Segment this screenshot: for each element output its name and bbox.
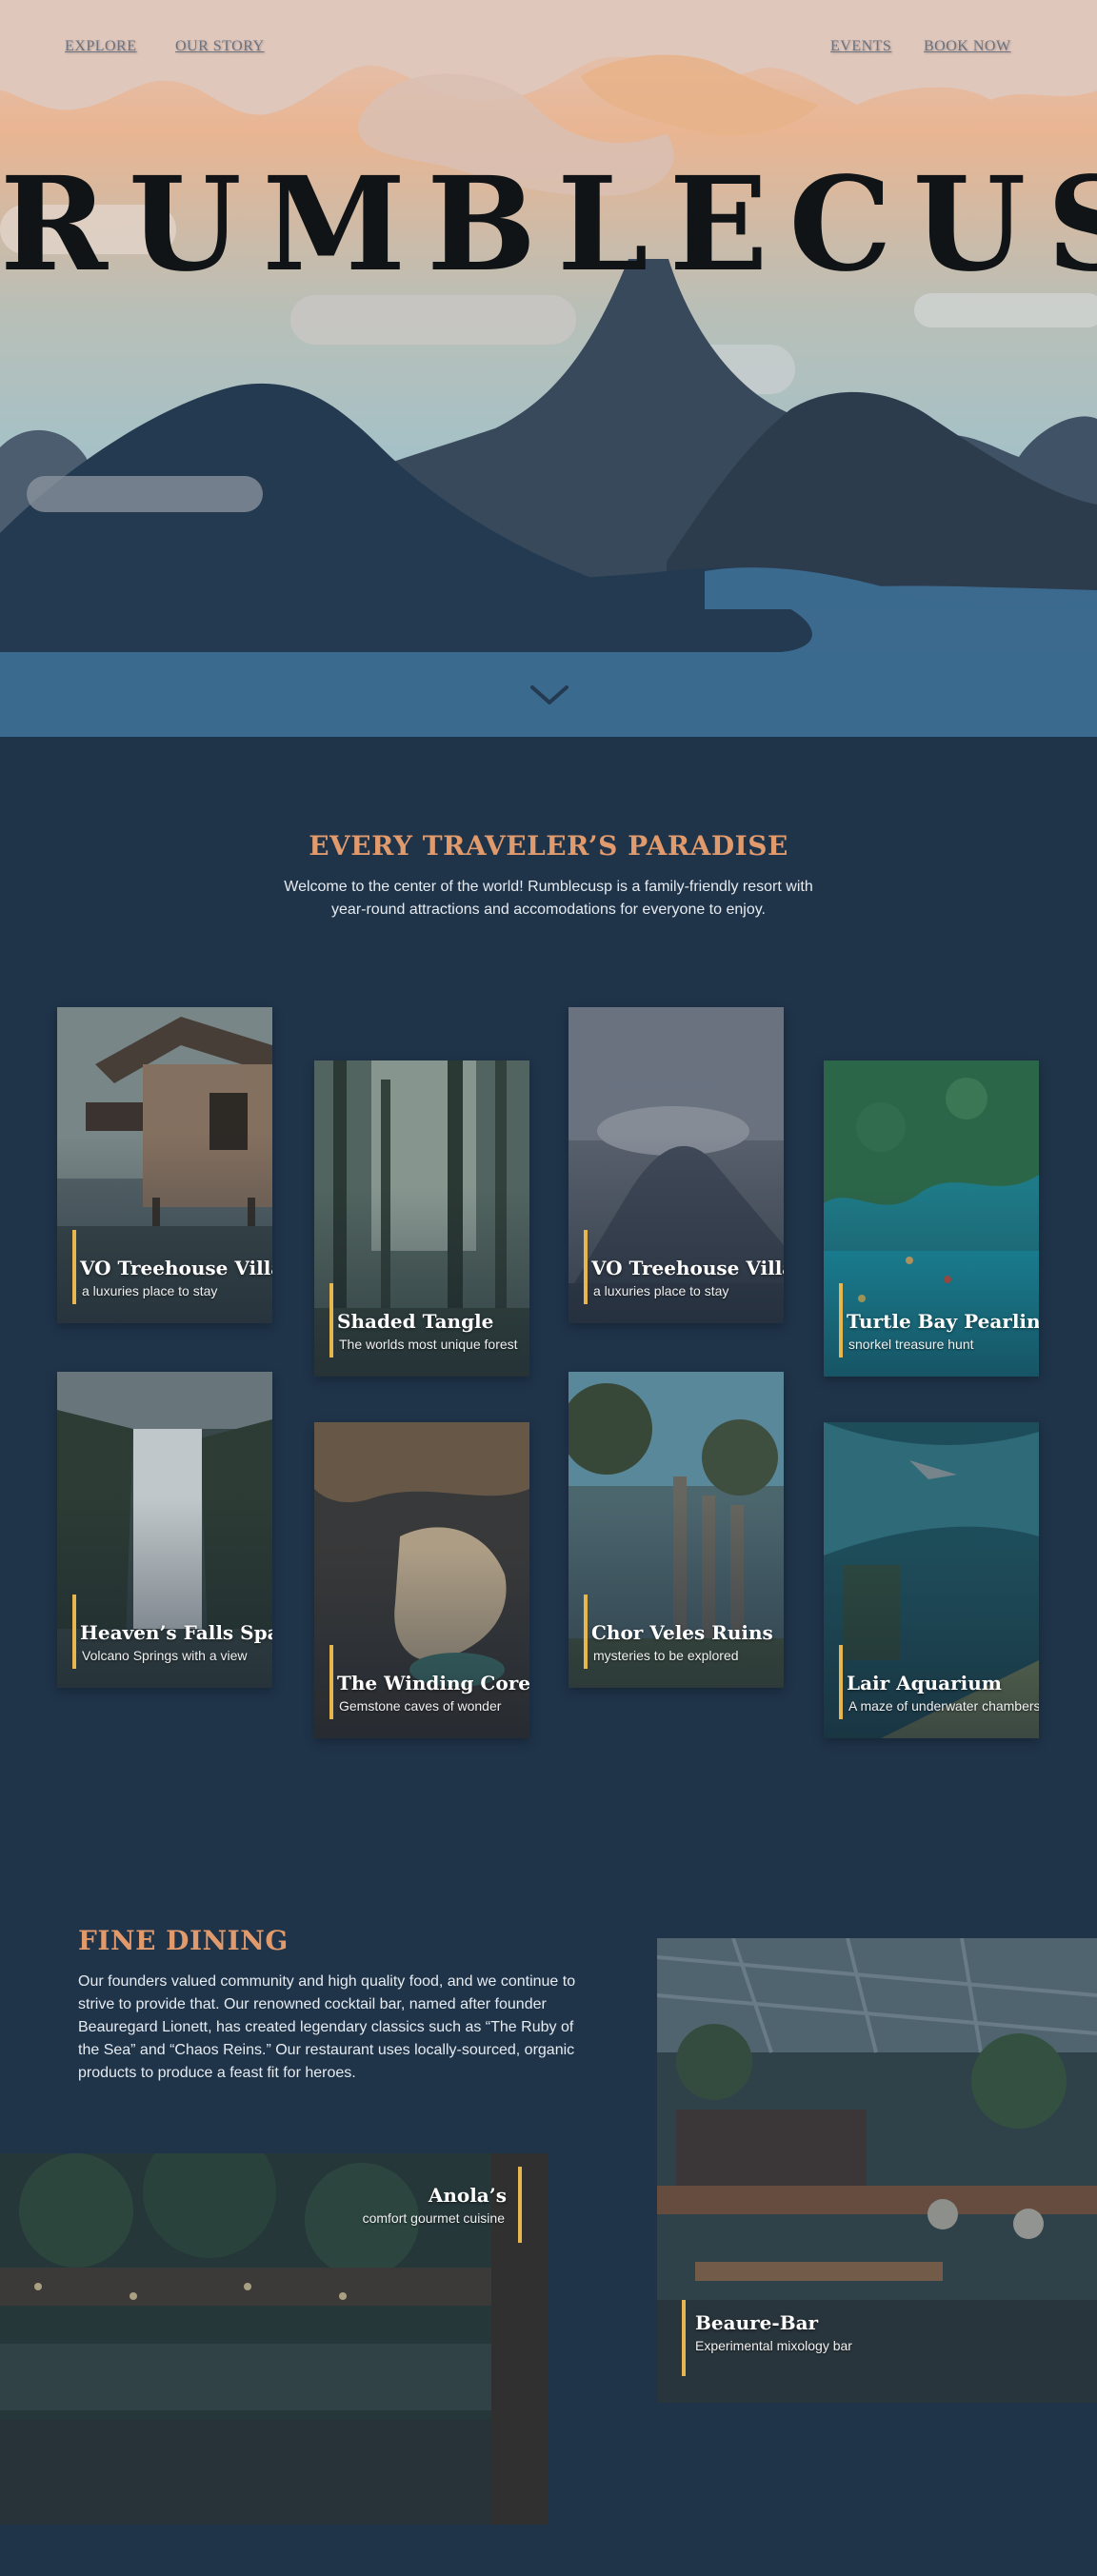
card-subtitle: mysteries to be explored [593, 1648, 739, 1663]
card-title: Lair Aquarium [847, 1672, 1002, 1694]
card-accent-bar [72, 1595, 76, 1669]
attraction-card-lair-aquarium[interactable]: Lair Aquarium A maze of underwater chamb… [824, 1422, 1039, 1738]
card-title: The Winding Core [337, 1672, 529, 1694]
card-accent-bar [584, 1230, 588, 1304]
card-subtitle: Volcano Springs with a view [82, 1648, 248, 1663]
hero-title: RUMBLECUSP [0, 149, 1097, 301]
card-subtitle: The worlds most unique forest [339, 1337, 518, 1352]
attraction-card-turtle-bay[interactable]: Turtle Bay Pearling snorkel treasure hun… [824, 1060, 1039, 1377]
card-accent-bar [839, 1645, 843, 1719]
nav-book-now-link[interactable]: BOOK NOW [924, 38, 1011, 55]
card-title: Heaven’s Falls Spa [80, 1621, 272, 1644]
card-accent-bar [839, 1283, 843, 1357]
card-subtitle: Gemstone caves of wonder [339, 1698, 502, 1714]
chevron-down-icon[interactable] [529, 682, 569, 710]
attraction-card-chor-veles-ruins[interactable]: Chor Veles Ruins mysteries to be explore… [568, 1372, 784, 1688]
card-subtitle: a luxuries place to stay [82, 1283, 218, 1298]
restaurant-accent-bar [518, 2167, 522, 2243]
card-accent-bar [329, 1283, 333, 1357]
attraction-card-shaded-tangle[interactable]: Shaded Tangle The worlds most unique for… [314, 1060, 529, 1377]
nav-events-link[interactable]: EVENTS [830, 38, 891, 55]
nav-our-story-link[interactable]: OUR STORY [175, 38, 265, 55]
restaurant-subtitle: comfort gourmet cuisine [362, 2210, 505, 2226]
attraction-card-heavens-falls-spa[interactable]: Heaven’s Falls Spa Volcano Springs with … [57, 1372, 272, 1688]
hero-banner: EXPLORE OUR STORY EVENTS BOOK NOW RUMBLE… [0, 0, 1097, 737]
card-subtitle: A maze of underwater chambers [848, 1698, 1039, 1714]
nav-explore-link[interactable]: EXPLORE [65, 38, 137, 55]
card-accent-bar [584, 1595, 588, 1669]
bar-title: Beaure-Bar [695, 2311, 819, 2334]
volcano-landscape-illustration [0, 0, 1097, 737]
attraction-card-volcano-villas[interactable]: VO Treehouse Villas a luxuries place to … [568, 1007, 784, 1323]
card-subtitle: snorkel treasure hunt [848, 1337, 974, 1352]
attraction-card-treehouse-villas[interactable]: VO Treehouse Villas a luxuries place to … [57, 1007, 272, 1323]
card-accent-bar [72, 1230, 76, 1304]
card-title: VO Treehouse Villas [80, 1257, 272, 1279]
card-title: VO Treehouse Villas [591, 1257, 784, 1279]
dining-title: FINE DINING [78, 1925, 289, 1956]
bar-photo-card[interactable]: Beaure-Bar Experimental mixology bar [657, 1938, 1097, 2403]
bar-accent-bar [682, 2300, 686, 2376]
bar-subtitle: Experimental mixology bar [695, 2338, 852, 2353]
card-title: Shaded Tangle [337, 1310, 494, 1333]
card-title: Turtle Bay Pearling [847, 1310, 1039, 1333]
intro-title: EVERY TRAVELER’S PARADISE [309, 830, 788, 862]
restaurant-title: Anola’s [428, 2184, 507, 2207]
intro-text: Welcome to the center of the world! Rumb… [284, 879, 813, 918]
restaurant-photo-card[interactable]: Anola’s comfort gourmet cuisine [0, 2153, 548, 2525]
card-subtitle: a luxuries place to stay [593, 1283, 729, 1298]
card-title: Chor Veles Ruins [591, 1621, 773, 1644]
dining-text: Our founders valued community and high q… [78, 1973, 576, 2081]
attraction-card-winding-core[interactable]: The Winding Core Gemstone caves of wonde… [314, 1422, 529, 1738]
card-accent-bar [329, 1645, 333, 1719]
